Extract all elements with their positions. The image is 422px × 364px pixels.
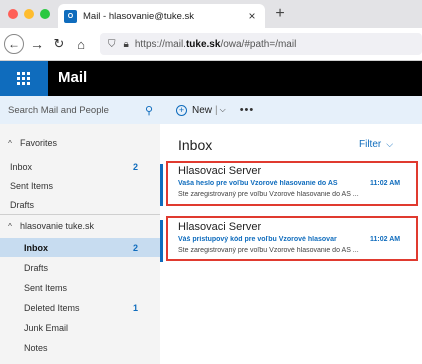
command-row: Search Mail and People ⚲ + New | ⌵ ••• bbox=[0, 96, 422, 124]
browser-tab-strip: O Mail - hlasovanie@tuke.sk × + bbox=[0, 0, 422, 28]
separator: | bbox=[215, 104, 218, 116]
outlook-favicon-icon: O bbox=[64, 9, 77, 23]
app-launcher-icon[interactable] bbox=[0, 61, 48, 96]
account-item-sent[interactable]: Sent Items bbox=[0, 278, 160, 297]
account-label: hlasovanie tuke.sk bbox=[20, 221, 95, 231]
favorites-group[interactable]: ^ Favorites bbox=[0, 138, 160, 148]
browser-toolbar: ← → ↻ ⌂ ⛉ 🔒︎ https://mail.tuke.sk/owa/#p… bbox=[0, 28, 422, 61]
unread-indicator bbox=[160, 164, 163, 206]
plus-icon: + bbox=[176, 104, 187, 116]
chevron-up-icon[interactable]: ^ bbox=[0, 139, 20, 148]
url-text: https://mail.tuke.sk/owa/#path=/mail bbox=[134, 38, 297, 50]
command-bar: + New | ⌵ ••• bbox=[160, 96, 422, 124]
chevron-down-icon[interactable]: ⌵ bbox=[220, 105, 226, 115]
address-bar[interactable]: ⛉ 🔒︎ https://mail.tuke.sk/owa/#path=/mai… bbox=[100, 33, 422, 55]
folder-pane: ^ Favorites Inbox 2 Sent Items Drafts ^ … bbox=[0, 124, 160, 364]
window-close-button[interactable] bbox=[8, 9, 18, 19]
favorites-item-inbox[interactable]: Inbox 2 bbox=[0, 157, 160, 176]
unread-count: 2 bbox=[132, 242, 138, 253]
list-title: Inbox bbox=[178, 137, 213, 153]
chevron-up-icon[interactable]: ^ bbox=[0, 222, 20, 231]
search-input[interactable]: Search Mail and People bbox=[8, 105, 138, 116]
account-item-junk[interactable]: Junk Email bbox=[0, 318, 160, 337]
divider bbox=[0, 214, 160, 215]
app-title: Mail bbox=[58, 69, 88, 86]
new-label: New bbox=[192, 104, 213, 116]
window-minimize-button[interactable] bbox=[24, 9, 34, 19]
account-item-inbox[interactable]: Inbox 2 bbox=[0, 238, 160, 257]
search-icon[interactable]: ⚲ bbox=[138, 104, 160, 117]
reload-button[interactable]: ↻ bbox=[49, 34, 69, 54]
account-item-deleted[interactable]: Deleted Items 1 bbox=[0, 298, 160, 317]
favorites-item-sent[interactable]: Sent Items bbox=[0, 176, 160, 195]
unread-count: 1 bbox=[132, 302, 138, 313]
filter-button[interactable]: Filter ⌵ bbox=[359, 139, 393, 150]
highlight-box bbox=[166, 161, 418, 206]
chevron-down-icon: ⌵ bbox=[386, 139, 394, 149]
favorites-item-drafts[interactable]: Drafts bbox=[0, 195, 160, 214]
account-item-notes[interactable]: Notes bbox=[0, 338, 160, 357]
window-zoom-button[interactable] bbox=[40, 9, 50, 19]
new-message-button[interactable]: + New | ⌵ bbox=[176, 104, 226, 116]
account-group[interactable]: ^ hlasovanie tuke.sk bbox=[0, 221, 160, 231]
browser-tab[interactable]: O Mail - hlasovanie@tuke.sk × bbox=[58, 4, 265, 28]
highlight-box bbox=[166, 216, 418, 261]
tab-title: Mail - hlasovanie@tuke.sk bbox=[83, 10, 195, 22]
app-header: Mail bbox=[0, 61, 422, 96]
shield-icon[interactable]: ⛉ bbox=[108, 39, 116, 50]
favorites-label: Favorites bbox=[20, 138, 58, 148]
forward-button[interactable]: → bbox=[27, 34, 47, 54]
home-button[interactable]: ⌂ bbox=[71, 34, 91, 54]
unread-indicator bbox=[160, 220, 163, 262]
new-tab-button[interactable]: + bbox=[271, 5, 289, 23]
more-options-icon[interactable]: ••• bbox=[240, 104, 255, 116]
back-button[interactable]: ← bbox=[4, 34, 24, 54]
unread-count: 2 bbox=[132, 161, 138, 172]
account-item-drafts[interactable]: Drafts bbox=[0, 258, 160, 277]
search-box[interactable]: Search Mail and People ⚲ bbox=[0, 96, 160, 124]
lock-icon[interactable]: 🔒︎ bbox=[124, 39, 129, 50]
tab-close-icon[interactable]: × bbox=[245, 9, 259, 23]
